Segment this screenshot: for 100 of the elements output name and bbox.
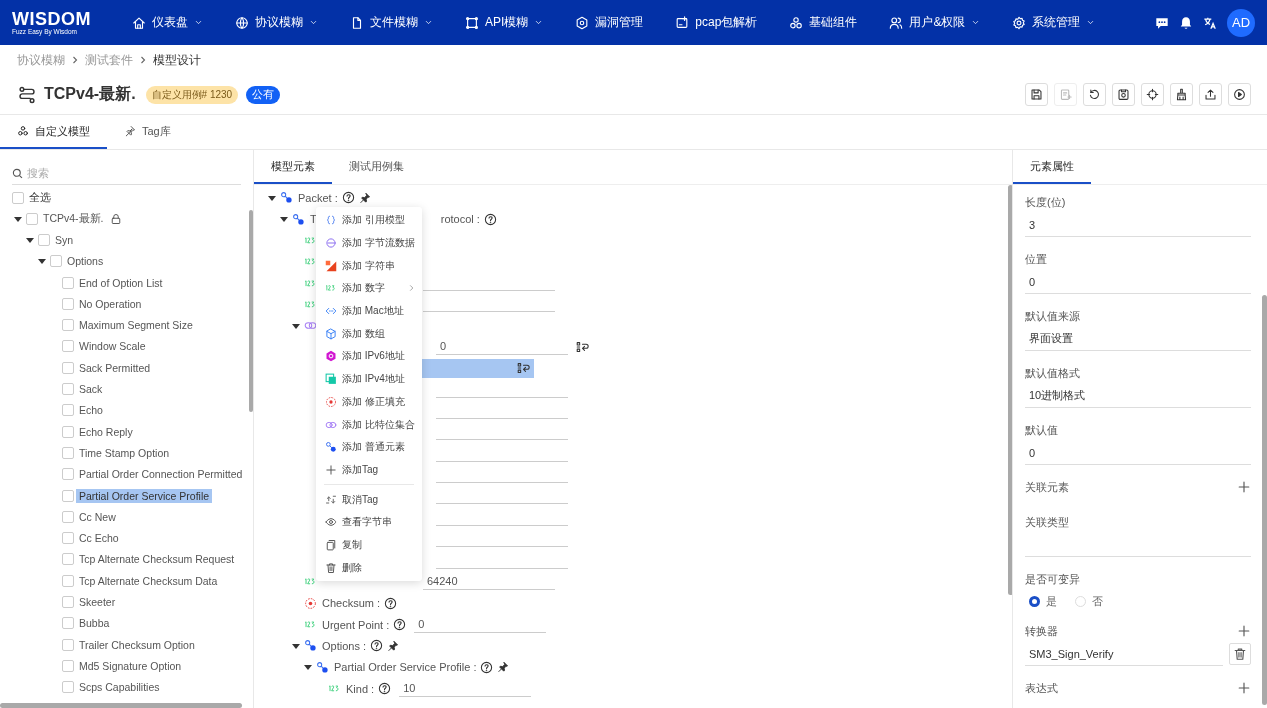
menu-item[interactable]: 添加 数字 [316,277,422,300]
nav-menu-item[interactable]: 文件模糊 [346,14,437,31]
checkbox[interactable] [62,297,74,310]
tree-item[interactable]: Syn [55,233,74,246]
checkbox[interactable] [26,212,38,225]
expand-arrow-icon[interactable] [280,215,288,223]
checkbox[interactable] [62,404,74,417]
bell-icon[interactable] [1179,15,1193,30]
expand-arrow-icon[interactable] [292,321,300,330]
tree-item[interactable]: Cc Echo [79,532,119,545]
value-field[interactable]: 10 [399,680,532,697]
tree-item[interactable]: Trailer Checksum Option [79,638,195,651]
checkbox[interactable] [38,233,50,246]
input-field[interactable]: 0 [1025,270,1251,294]
nav-menu-item[interactable]: 用户&权限 [885,14,985,31]
menu-item[interactable]: 添加 IPv6地址 [316,345,422,368]
checkbox[interactable] [62,596,74,608]
tree-item[interactable]: Partial Order Connection Permitted [79,468,243,481]
tree-item[interactable]: Sack Permitted [79,361,151,374]
checkbox[interactable] [62,489,74,502]
element-label[interactable]: rotocol : [440,213,480,225]
tab[interactable]: 元素属性 [1013,150,1091,184]
scrollbar-thumb[interactable] [0,703,242,708]
tree-item[interactable]: Md5 Signature Option [79,659,182,672]
tree-item[interactable]: Bubba [79,617,110,630]
toolbar-button[interactable] [1141,83,1164,106]
checkbox[interactable] [12,191,24,204]
add-button[interactable] [1237,681,1251,695]
element-label[interactable]: Options : [322,639,367,652]
expand-arrow-icon[interactable] [14,214,22,223]
expand-arrow-icon[interactable] [292,641,300,650]
menu-item[interactable]: 添加 IPv4地址 [316,367,422,391]
checkbox[interactable] [62,468,74,481]
tab[interactable]: 测试用例集 [332,150,421,184]
checkbox[interactable] [62,383,74,395]
toolbar-button[interactable] [1228,83,1251,106]
toolbar-button[interactable] [1199,83,1222,106]
nav-menu-item[interactable]: 仪表盘 [128,14,207,31]
checkbox[interactable] [62,340,74,353]
tree-item[interactable]: Scps Capabilities [79,681,160,694]
tree-item[interactable]: Echo [79,404,103,417]
menu-item[interactable]: 添加 引用模型 [316,209,422,232]
element-label[interactable]: Packet : [298,191,338,204]
translate-icon[interactable] [1203,15,1217,30]
nav-menu-item[interactable]: 协议模糊 [231,14,322,31]
expand-arrow-icon[interactable] [304,663,312,672]
menu-item[interactable]: 查看字节串 [316,510,422,534]
tree-item[interactable]: Echo Reply [79,425,133,438]
checkbox[interactable] [62,681,74,694]
add-button[interactable] [1237,480,1251,494]
message-icon[interactable] [1155,15,1169,30]
input-field[interactable]: 界面设置 [1025,327,1251,351]
expand-arrow-icon[interactable] [26,235,34,244]
tree-item[interactable]: Time Stamp Option [79,446,170,459]
tree-item[interactable]: End of Option List [79,276,163,289]
value-field[interactable]: 64240 [423,573,555,590]
checkbox[interactable] [62,276,74,289]
toolbar-button[interactable] [1083,83,1106,106]
tree-item[interactable]: Skeeter [79,596,116,608]
element-label[interactable]: Urgent Point : [322,618,390,631]
menu-item[interactable]: 添加 Mac地址 [316,299,422,323]
menu-item[interactable]: 添加 修正填充 [316,390,422,414]
user-avatar[interactable]: AD [1227,8,1255,37]
element-label[interactable]: T [310,213,317,225]
checkbox[interactable] [62,553,74,566]
tree-item[interactable]: Tcp Alternate Checksum Data [79,574,218,587]
nav-menu-item[interactable]: 漏洞管理 [571,14,648,31]
toolbar-button[interactable] [1112,83,1135,106]
menu-item[interactable]: 添加 普通元素 [316,435,422,459]
menu-item[interactable]: 添加Tag [316,458,422,482]
menu-item[interactable]: 添加 比特位集合 [316,413,422,436]
tab[interactable]: Tag库 [107,115,188,149]
delete-button[interactable] [1229,643,1251,665]
menu-item[interactable]: 添加 字节流数据 [316,231,422,255]
nav-menu-item[interactable]: 系统管理 [1008,14,1100,31]
checkbox[interactable] [62,532,74,545]
element-label[interactable]: Kind : [346,682,375,695]
value-field[interactable]: 0 [436,339,568,356]
scrollbar-thumb[interactable] [249,210,253,412]
tree-item[interactable]: No Operation [79,297,142,310]
checkbox[interactable] [62,638,74,651]
menu-item[interactable]: 复制 [316,533,422,557]
menu-item[interactable]: 添加 数组 [316,322,422,346]
checkbox[interactable] [62,510,74,523]
input-field[interactable]: 3 [1025,213,1251,237]
element-label[interactable]: Checksum : [322,597,381,610]
checkbox[interactable] [62,446,74,459]
value-field[interactable]: 0 [414,616,547,633]
checkbox[interactable] [62,425,74,438]
checkbox[interactable] [62,574,74,587]
scrollbar-thumb[interactable] [1262,295,1267,705]
tree-item[interactable]: Window Scale [79,340,146,353]
checkbox[interactable] [62,659,74,672]
menu-item[interactable]: 删除 [316,556,422,579]
expand-arrow-icon[interactable] [268,193,276,202]
toolbar-button[interactable] [1170,83,1193,106]
nav-menu-item[interactable]: 基础组件 [785,14,862,31]
menu-item[interactable]: 添加 字符串 [316,254,422,278]
tree-item[interactable]: Cc New [79,510,116,523]
tab[interactable]: 模型元素 [254,150,332,184]
